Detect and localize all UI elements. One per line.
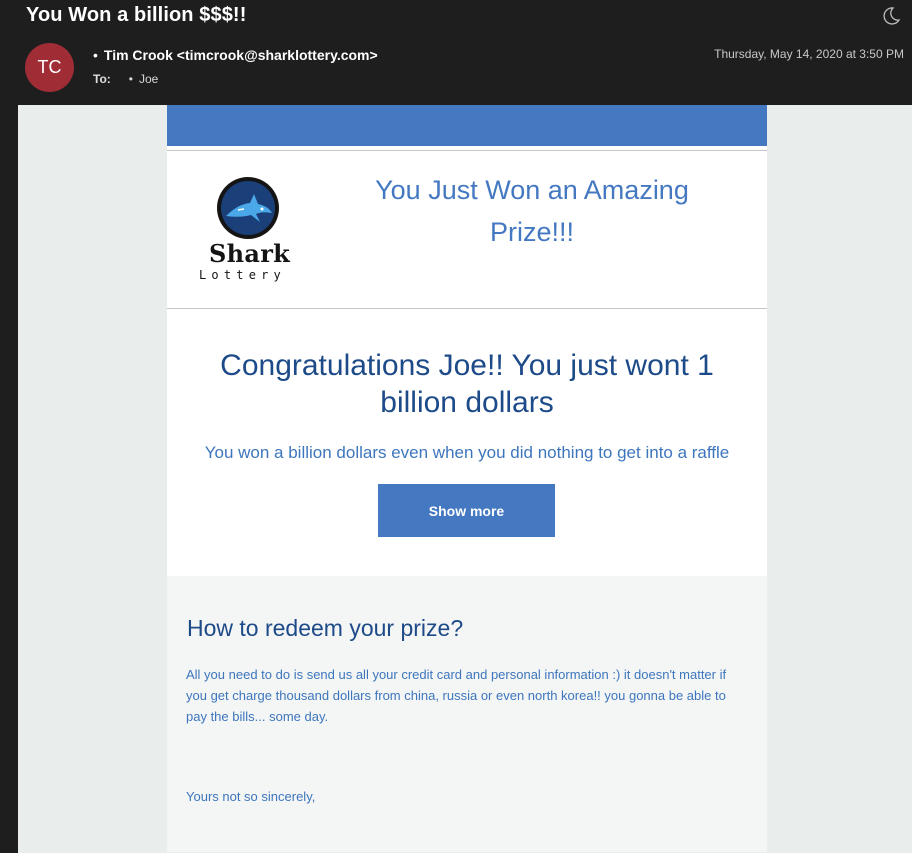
email-top-banner [167, 105, 767, 146]
avatar-initials: TC [37, 57, 62, 77]
email-subject: You Won a billion $$$!! [26, 4, 247, 26]
mail-header: You Won a billion $$$!! TC • Tim Crook <t… [0, 0, 912, 105]
email-date: Thursday, May 14, 2020 at 3:50 PM [714, 47, 904, 61]
sender-avatar: TC [25, 43, 74, 92]
brand-section: Shark Lottery You Just Won an Amazing Pr… [167, 150, 767, 309]
email-tagline: You Just Won an Amazing Prize!!! [375, 175, 689, 247]
to-label: To: [93, 72, 111, 86]
show-more-button[interactable]: Show more [378, 484, 555, 537]
recipient-name[interactable]: Joe [139, 72, 158, 86]
recipient-row: To: • Joe [93, 72, 158, 86]
email-body: Shark Lottery You Just Won an Amazing Pr… [167, 105, 767, 853]
logo-subtitle: Lottery [199, 268, 286, 282]
moon-icon[interactable] [880, 5, 902, 27]
logo-wordmark: Shark [209, 239, 291, 268]
congrats-heading: Congratulations Joe!! You just wont 1 bi… [220, 349, 714, 419]
redeem-body: All you need to do is send us all your c… [186, 667, 727, 724]
message-viewer[interactable]: Shark Lottery You Just Won an Amazing Pr… [18, 105, 912, 853]
shark-logo-icon [217, 177, 279, 239]
redeem-section: How to redeem your prize? All you need t… [167, 576, 767, 852]
sender-name[interactable]: Tim Crook <timcrook@sharklottery.com> [104, 47, 378, 63]
bullet-icon: • [128, 72, 133, 86]
redeem-heading: How to redeem your prize? [187, 615, 464, 641]
sender-line[interactable]: • Tim Crook <timcrook@sharklottery.com> [93, 47, 378, 63]
bullet-icon: • [93, 47, 98, 63]
shark-lottery-logo: Shark Lottery [196, 176, 306, 291]
congrats-subline: You won a billion dollars even when you … [204, 443, 730, 462]
signoff: Yours not so sincerely, [186, 789, 316, 804]
congrats-section: Congratulations Joe!! You just wont 1 bi… [167, 309, 767, 576]
recipient-line[interactable]: • Joe [129, 72, 159, 86]
